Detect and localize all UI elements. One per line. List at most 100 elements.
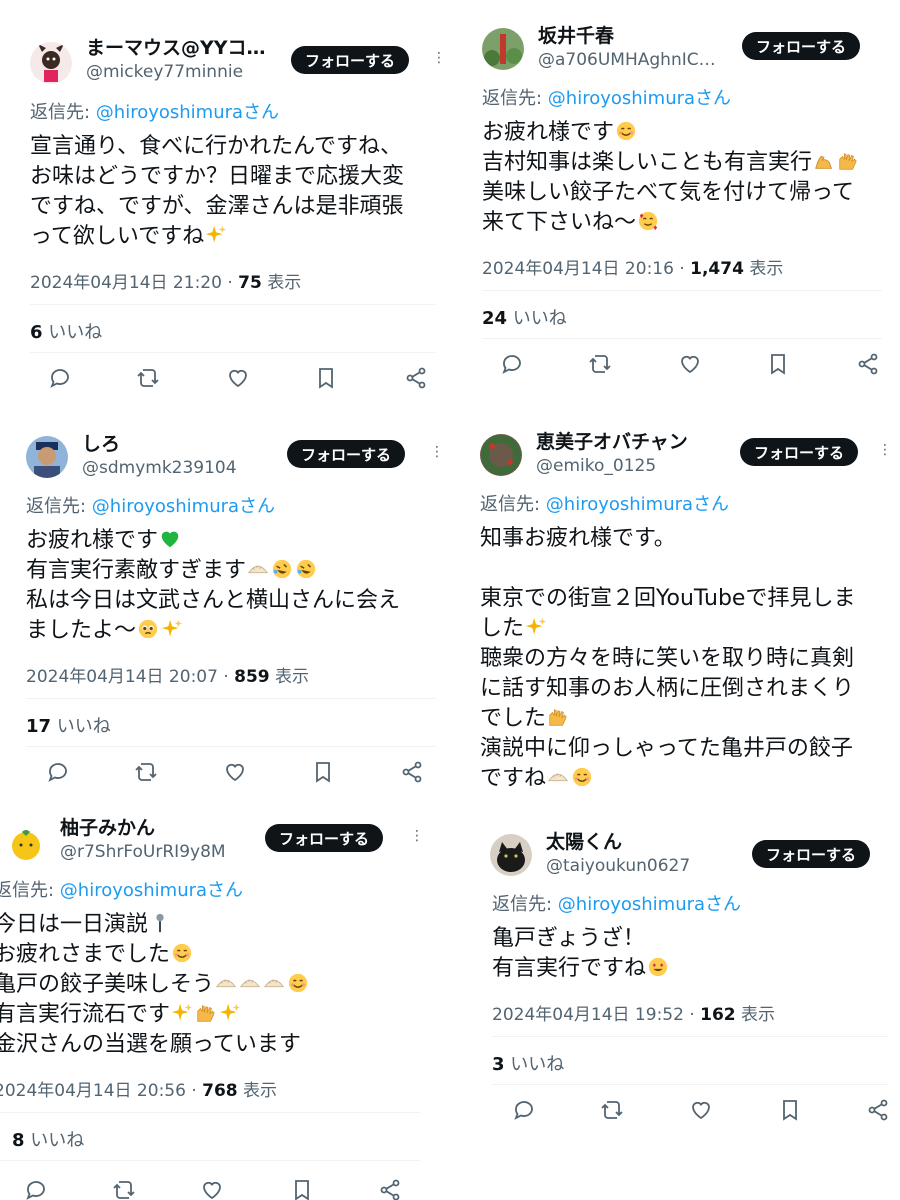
user-handle[interactable]: @a706UMHAghnIC…	[538, 48, 716, 72]
view-count: 75	[238, 273, 262, 293]
follow-button[interactable]: フォローする	[265, 824, 384, 852]
likes-count[interactable]: 24 いいね	[482, 304, 567, 330]
avatar[interactable]	[482, 28, 524, 70]
share-icon[interactable]	[866, 1098, 890, 1122]
like-icon[interactable]	[689, 1098, 713, 1122]
user-handle[interactable]: @mickey77minnie	[86, 60, 266, 84]
likes-count[interactable]: 8 いいね	[12, 1126, 84, 1152]
tweet-text: お疲れ様です 有言実行素敵すぎます 私は今日は文武さんと横山さんに会え ましたよ…	[26, 526, 400, 646]
like-icon[interactable]	[200, 1178, 224, 1200]
avatar[interactable]	[8, 826, 44, 862]
reply-icon[interactable]	[48, 366, 72, 390]
follow-button[interactable]: フォローする	[291, 46, 410, 74]
bookmark-icon[interactable]	[778, 1098, 802, 1122]
timestamp[interactable]: 2024年04月14日 20:07 · 859 表示	[26, 662, 309, 687]
datetime: 2024年04月14日 20:07 ·	[26, 667, 235, 687]
bookmark-icon[interactable]	[766, 352, 790, 376]
smiling-face-icon	[571, 766, 593, 788]
user-handle[interactable]: @sdmymk239104	[82, 456, 237, 480]
avatar[interactable]	[490, 834, 532, 876]
reply-mention-link[interactable]: @hiroyoshimuraさん	[96, 102, 279, 123]
tweet-card[interactable]: 坂井千春 @a706UMHAghnIC… フォローする 返信先: @hiroyo…	[470, 8, 890, 388]
bookmark-icon[interactable]	[314, 366, 338, 390]
like-icon[interactable]	[223, 760, 247, 784]
smiling-face-icon	[287, 972, 309, 994]
reply-icon[interactable]	[46, 760, 70, 784]
reply-mention-link[interactable]: @hiroyoshimuraさん	[546, 494, 729, 515]
display-name[interactable]: 恵美子オバチャン	[536, 430, 688, 454]
avatar[interactable]	[30, 42, 72, 84]
text-line: 美味しい餃子たべて気を付けて帰って	[482, 180, 855, 205]
reply-prefix: 返信先:	[0, 880, 60, 901]
follow-button[interactable]: フォローする	[742, 32, 861, 60]
tweet-card[interactable]: 太陽くん @taiyoukun0627 フォローする 返信先: @hiroyos…	[478, 822, 890, 1168]
user-handle[interactable]: @emiko_0125	[536, 454, 688, 478]
more-options-icon[interactable]: ⋮	[410, 828, 424, 844]
user-handle[interactable]: @r7ShrFoUrRI9y8M	[60, 840, 226, 864]
retweet-icon[interactable]	[136, 366, 160, 390]
reply-icon[interactable]	[512, 1098, 536, 1122]
avatar[interactable]	[480, 434, 522, 476]
reply-mention-link[interactable]: @hiroyoshimuraさん	[60, 880, 243, 901]
dumpling-icon	[247, 558, 269, 580]
retweet-icon[interactable]	[134, 760, 158, 784]
likes-number: 8	[12, 1130, 25, 1151]
tweet-card[interactable]: 恵美子オバチャン @emiko_0125 フォローする ⋮ 返信先: @hiro…	[468, 420, 890, 812]
likes-number: 17	[26, 716, 52, 737]
display-name[interactable]: しろ	[82, 432, 237, 456]
reply-icon[interactable]	[24, 1178, 48, 1200]
reply-mention-link[interactable]: @hiroyoshimuraさん	[548, 88, 731, 109]
tweet-card[interactable]: しろ @sdmymk239104 フォローする ⋮ 返信先: @hiroyosh…	[16, 418, 446, 796]
like-icon[interactable]	[678, 352, 702, 376]
timestamp[interactable]: 2024年04月14日 21:20 · 75 表示	[30, 268, 301, 293]
more-options-icon[interactable]: ⋮	[430, 444, 444, 460]
display-name[interactable]: 柚子みかん	[60, 816, 226, 840]
follow-button[interactable]: フォローする	[287, 440, 406, 468]
share-icon[interactable]	[404, 366, 428, 390]
timestamp[interactable]: 2024年04月14日 20:16 · 1,474 表示	[482, 254, 783, 279]
reply-icon[interactable]	[500, 352, 524, 376]
likes-count[interactable]: 17 いいね	[26, 712, 111, 738]
text-line: 有言実行流石です	[0, 1002, 171, 1027]
likes-number: 3	[492, 1054, 505, 1075]
share-icon[interactable]	[378, 1178, 402, 1200]
reply-mention-link[interactable]: @hiroyoshimuraさん	[92, 496, 275, 517]
reply-prefix: 返信先:	[480, 494, 546, 515]
display-name[interactable]: 坂井千春	[538, 24, 716, 48]
microphone-icon	[149, 912, 171, 934]
display-name[interactable]: まーマウス@YYコ…	[86, 36, 266, 60]
green-heart-icon	[159, 528, 181, 550]
likes-label: いいね	[507, 308, 567, 329]
views-label: 表示	[735, 1005, 776, 1025]
follow-button[interactable]: フォローする	[740, 438, 859, 466]
sparkles-icon	[219, 1002, 241, 1024]
share-icon[interactable]	[400, 760, 424, 784]
retweet-icon[interactable]	[588, 352, 612, 376]
user-handle[interactable]: @taiyoukun0627	[546, 854, 690, 878]
bookmark-icon[interactable]	[311, 760, 335, 784]
retweet-icon[interactable]	[600, 1098, 624, 1122]
timestamp[interactable]: 2024年04月14日 19:52 · 162 表示	[492, 1000, 775, 1025]
like-icon[interactable]	[226, 366, 250, 390]
follow-button[interactable]: フォローする	[752, 840, 871, 868]
bookmark-icon[interactable]	[290, 1178, 314, 1200]
divider	[492, 1036, 888, 1037]
timestamp[interactable]: 2024年04月14日 20:56 · 768 表示	[0, 1076, 277, 1101]
reply-prefix: 返信先:	[26, 496, 92, 517]
likes-count[interactable]: 6 いいね	[30, 318, 102, 344]
display-name[interactable]: 太陽くん	[546, 830, 690, 854]
dumpling-icon	[263, 972, 285, 994]
more-options-icon[interactable]: ⋮	[878, 442, 890, 458]
sparkles-icon	[205, 224, 227, 246]
more-options-icon[interactable]: ⋮	[432, 50, 445, 66]
tweet-card[interactable]: まーマウス@YYコ… @mickey77minnie フォローする ⋮ 返信先:…	[20, 20, 445, 400]
retweet-icon[interactable]	[112, 1178, 136, 1200]
tweet-card[interactable]: 柚子みかん @r7ShrFoUrRI9y8M フォローする ⋮ 返信先: @hi…	[0, 806, 446, 1200]
smiling-face-icon	[171, 942, 193, 964]
text-line: 宣言通り、食べに行かれたんですね、	[30, 134, 403, 159]
avatar[interactable]	[26, 436, 68, 478]
reply-mention-link[interactable]: @hiroyoshimuraさん	[558, 894, 741, 915]
likes-count[interactable]: 3 いいね	[492, 1050, 564, 1076]
share-icon[interactable]	[856, 352, 880, 376]
reply-to: 返信先: @hiroyoshimuraさん	[482, 84, 731, 110]
